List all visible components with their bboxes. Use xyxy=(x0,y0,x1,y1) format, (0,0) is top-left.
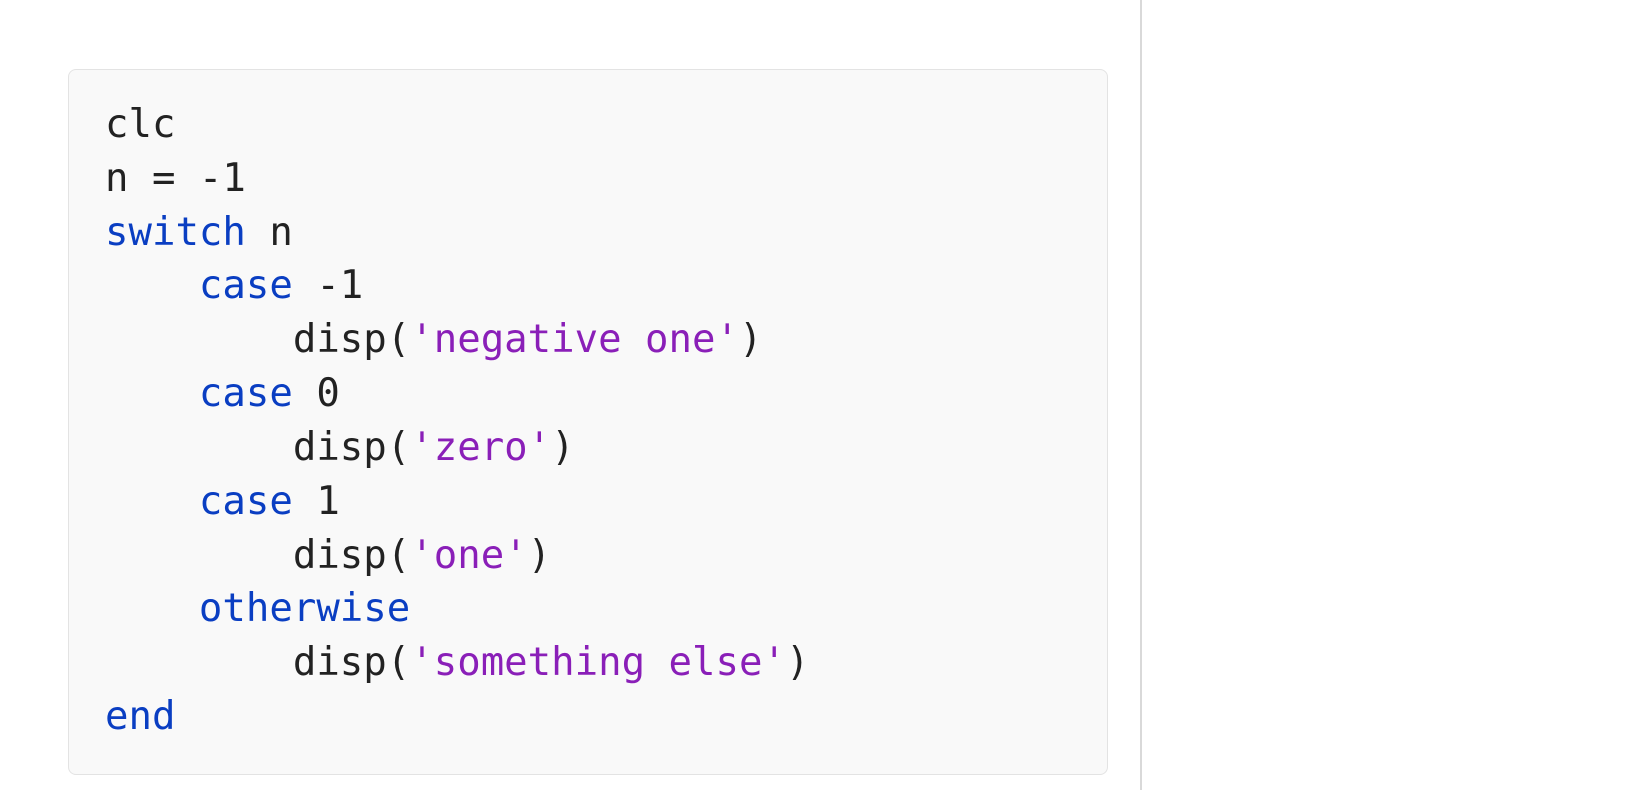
text-token: ) xyxy=(528,533,551,578)
code-line: switch n xyxy=(105,210,293,255)
code-line: case 1 xyxy=(105,479,340,524)
string-token: 'one' xyxy=(410,533,527,578)
code-line: disp('zero') xyxy=(105,425,575,470)
string-token: 'something else' xyxy=(410,640,786,685)
string-token: 'zero' xyxy=(410,425,551,470)
text-token: 1 xyxy=(293,479,340,524)
main-column: clc n = -1 switch n case -1 disp('negati… xyxy=(0,0,1140,790)
code-line: disp('something else') xyxy=(105,640,809,685)
code-line: end xyxy=(105,694,175,739)
text-token: 0 xyxy=(293,371,340,416)
keyword-token: case xyxy=(199,371,293,416)
text-token: disp( xyxy=(293,317,410,362)
text-token: disp( xyxy=(293,425,410,470)
text-token: ) xyxy=(739,317,762,362)
code-line: n = -1 xyxy=(105,156,246,201)
code-line: clc xyxy=(105,102,175,147)
keyword-token: case xyxy=(199,263,293,308)
keyword-token: case xyxy=(199,479,293,524)
text-token: ) xyxy=(551,425,574,470)
string-token: 'negative one' xyxy=(410,317,739,362)
code-line: case 0 xyxy=(105,371,340,416)
keyword-token: end xyxy=(105,694,175,739)
keyword-token: switch xyxy=(105,210,246,255)
text-token: -1 xyxy=(293,263,363,308)
text-token: n = -1 xyxy=(105,156,246,201)
page: clc n = -1 switch n case -1 disp('negati… xyxy=(0,0,1644,790)
keyword-token: otherwise xyxy=(199,586,410,631)
code-line: otherwise xyxy=(105,586,410,631)
sidebar-column xyxy=(1142,0,1644,790)
code-line: case -1 xyxy=(105,263,363,308)
code-block[interactable]: clc n = -1 switch n case -1 disp('negati… xyxy=(68,69,1108,775)
text-token: ) xyxy=(786,640,809,685)
text-token: disp( xyxy=(293,640,410,685)
text-token: disp( xyxy=(293,533,410,578)
code-line: disp('one') xyxy=(105,533,551,578)
code-line: disp('negative one') xyxy=(105,317,762,362)
text-token: n xyxy=(246,210,293,255)
text-token: clc xyxy=(105,102,175,147)
